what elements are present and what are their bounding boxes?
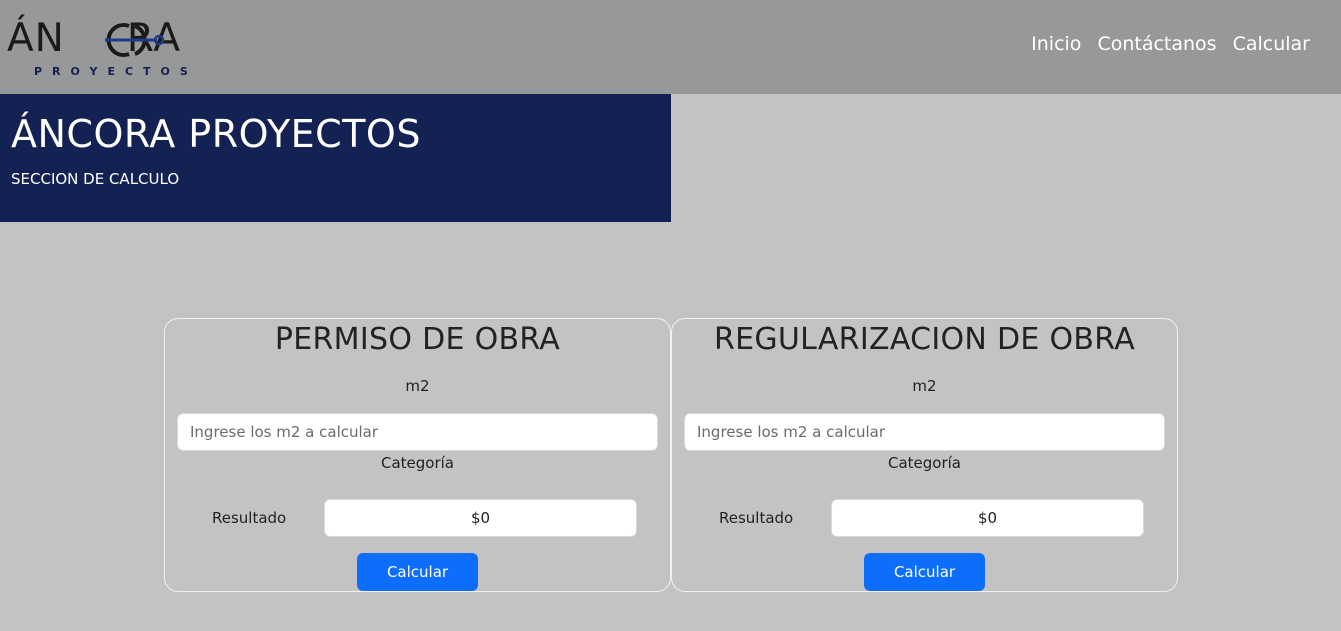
logo-subtitle: PROYECTOS bbox=[34, 65, 198, 78]
card-title: REGULARIZACION DE OBRA bbox=[713, 322, 1136, 357]
result-field: $0 bbox=[831, 499, 1144, 537]
regularizacion-obra-card: REGULARIZACION DE OBRA m2 Categoría Resu… bbox=[671, 318, 1178, 592]
m2-input[interactable] bbox=[177, 413, 658, 451]
m2-input[interactable] bbox=[684, 413, 1165, 451]
hero-banner: ÁNCORA PROYECTOS SECCION DE CALCULO bbox=[0, 94, 671, 222]
calcular-button[interactable]: Calcular bbox=[864, 553, 985, 591]
nav-inicio[interactable]: Inicio bbox=[1031, 33, 1081, 55]
nav-calcular[interactable]: Calcular bbox=[1233, 33, 1310, 55]
result-field: $0 bbox=[324, 499, 637, 537]
ancora-logo[interactable]: ÁN RA PROYECTOS bbox=[7, 10, 229, 80]
category-label: Categoría bbox=[887, 454, 961, 472]
nav-contactanos[interactable]: Contáctanos bbox=[1097, 33, 1216, 55]
result-label: Resultado bbox=[212, 509, 287, 527]
main-nav: Inicio Contáctanos Calcular bbox=[1031, 33, 1310, 55]
card-title: PERMISO DE OBRA bbox=[274, 322, 561, 357]
result-label: Resultado bbox=[719, 509, 794, 527]
calcular-button[interactable]: Calcular bbox=[357, 553, 478, 591]
page-subtitle: SECCION DE CALCULO bbox=[11, 170, 180, 188]
category-label: Categoría bbox=[380, 454, 454, 472]
m2-label: m2 bbox=[912, 377, 937, 395]
permiso-obra-card: PERMISO DE OBRA m2 Categoría Resultado $… bbox=[164, 318, 671, 592]
navbar: ÁN RA PROYECTOS Inicio Contáctanos Calcul… bbox=[0, 0, 1341, 94]
page-title: ÁNCORA PROYECTOS bbox=[11, 112, 421, 156]
anchor-c-icon bbox=[105, 23, 165, 57]
m2-label: m2 bbox=[405, 377, 430, 395]
